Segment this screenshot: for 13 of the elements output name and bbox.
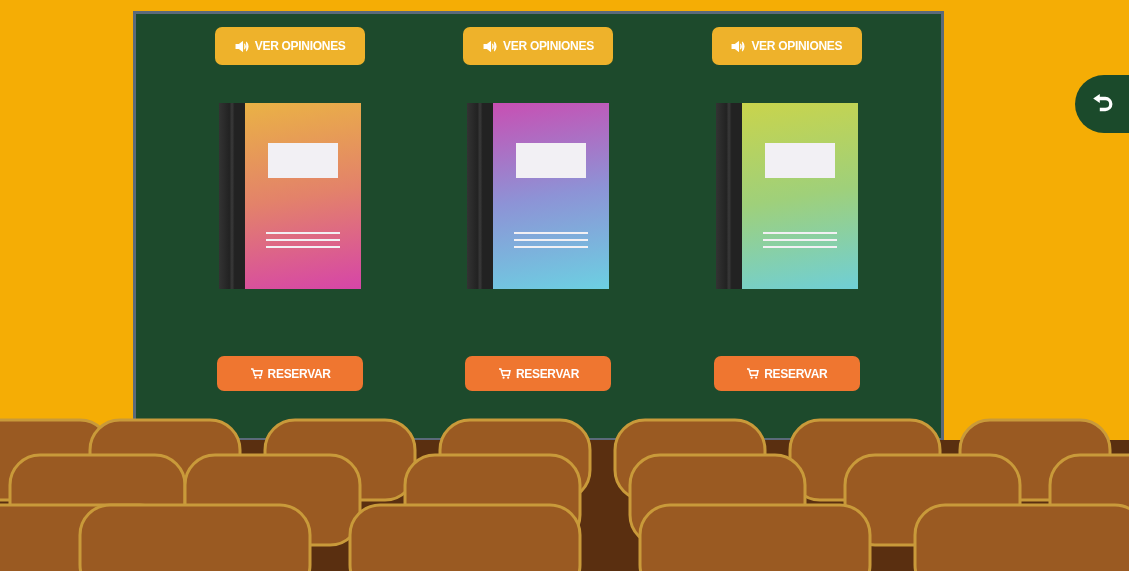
cart-icon xyxy=(746,368,760,379)
back-button[interactable] xyxy=(1075,75,1129,133)
reserve-button[interactable]: RESERVAR xyxy=(713,356,860,391)
review-button[interactable]: VER OPINIONES xyxy=(711,27,862,65)
cart-icon xyxy=(497,368,511,379)
reserve-button[interactable]: RESERVAR xyxy=(217,356,364,391)
reserve-button[interactable]: RESERVAR xyxy=(465,356,612,391)
cart-icon xyxy=(249,368,263,379)
review-button[interactable]: VER OPINIONES xyxy=(215,27,366,65)
speaker-icon xyxy=(234,40,250,52)
speaker-icon xyxy=(731,40,747,52)
review-button[interactable]: VER OPINIONES xyxy=(463,27,614,65)
speaker-icon xyxy=(483,40,499,52)
